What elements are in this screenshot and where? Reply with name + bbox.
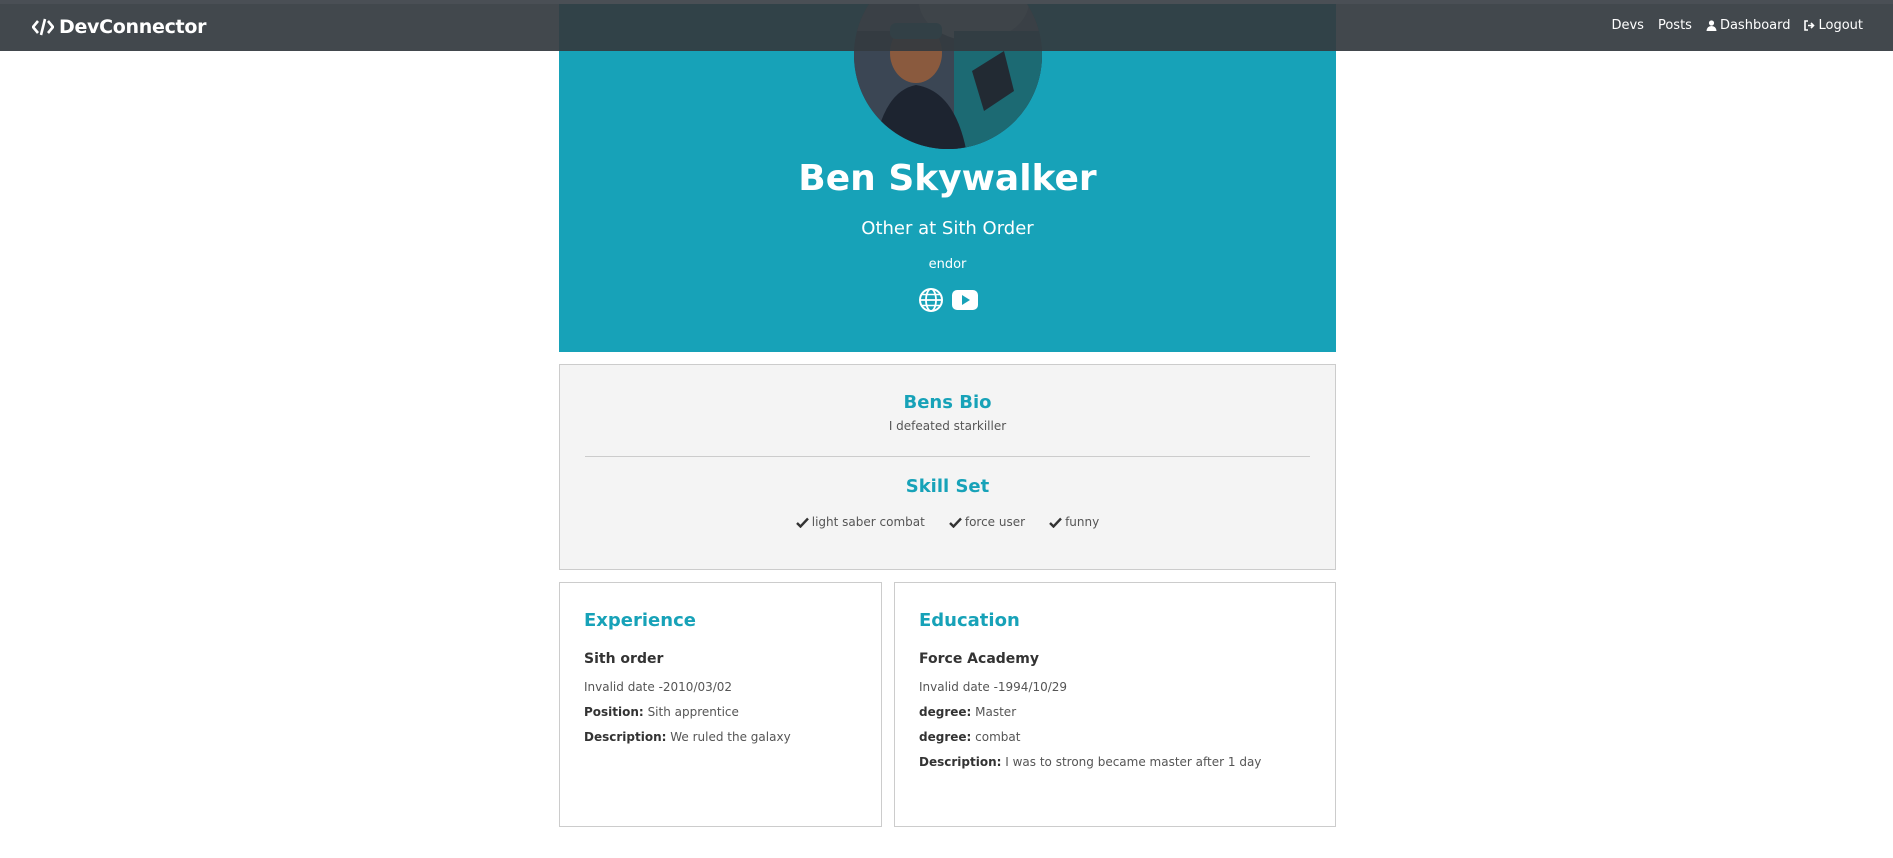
globe-icon[interactable] — [917, 287, 945, 313]
nav-posts[interactable]: Posts — [1658, 18, 1692, 33]
nav-logout[interactable]: Logout — [1804, 18, 1863, 33]
user-icon — [1706, 20, 1717, 31]
education-dates: Invalid date -1994/10/29 — [919, 680, 1068, 694]
skill-label: light saber combat — [811, 515, 925, 529]
skill-item: force user — [948, 515, 1026, 529]
skills-list: light saber combat force user funny — [560, 515, 1335, 529]
nav-dashboard-label: Dashboard — [1719, 18, 1791, 33]
skill-label: funny — [1065, 515, 1100, 529]
nav-dashboard[interactable]: Dashboard — [1706, 18, 1791, 33]
field-label: degree: — [919, 730, 972, 744]
experience-company: Sith order — [584, 651, 664, 667]
check-icon — [1049, 517, 1062, 528]
profile-top: Ben Skywalker Other at Sith Order endor — [559, 0, 1336, 352]
education-field: degree: combat — [919, 730, 1020, 744]
experience-dates: Invalid date -2010/03/02 — [584, 680, 733, 694]
education-card: Education Force Academy Invalid date -19… — [894, 582, 1336, 827]
description-value: We ruled the galaxy — [670, 730, 791, 744]
skill-item: funny — [1049, 515, 1099, 529]
nav-links: Devs Posts Dashboard Logout — [1611, 18, 1863, 33]
experience-description: Description: We ruled the galaxy — [584, 730, 791, 744]
degree-label: degree: — [919, 705, 972, 719]
description-label: Description: — [584, 730, 667, 744]
bio-text: I defeated starkiller — [888, 419, 1007, 433]
education-description: Description: I was to strong became mast… — [919, 755, 1261, 769]
divider — [585, 456, 1310, 457]
youtube-icon[interactable] — [951, 287, 979, 313]
profile-about: Bens Bio I defeated starkiller Skill Set… — [559, 364, 1336, 570]
position-value: Sith apprentice — [647, 705, 739, 719]
profile-name: Ben Skywalker — [798, 158, 1097, 199]
field-value: combat — [975, 730, 1021, 744]
navbar: DevConnector Devs Posts Dashboard Logout — [0, 0, 1893, 51]
skills-title: Skill Set — [905, 476, 990, 497]
sign-out-icon — [1804, 20, 1816, 31]
check-icon — [948, 517, 962, 528]
profile-location: endor — [928, 257, 967, 272]
code-icon — [32, 18, 54, 36]
brand-link[interactable]: DevConnector — [32, 16, 206, 38]
education-title: Education — [919, 610, 1020, 631]
description-value: I was to strong became master after 1 da… — [1005, 755, 1262, 769]
skill-label: force user — [964, 515, 1026, 529]
position-label: Position: — [584, 705, 644, 719]
nav-devs[interactable]: Devs — [1611, 18, 1643, 33]
check-icon — [795, 517, 809, 528]
education-degree: degree: Master — [919, 705, 1016, 719]
social-links — [559, 287, 1336, 313]
skill-item: light saber combat — [795, 515, 925, 529]
nav-logout-label: Logout — [1818, 18, 1863, 33]
education-school: Force Academy — [919, 651, 1039, 667]
experience-position: Position: Sith apprentice — [584, 705, 739, 719]
brand-name: DevConnector — [59, 16, 207, 38]
experience-card: Experience Sith order Invalid date -2010… — [559, 582, 882, 827]
bio-title: Bens Bio — [903, 392, 992, 413]
degree-value: Master — [975, 705, 1017, 719]
nav-devs-label: Devs — [1611, 18, 1644, 33]
experience-title: Experience — [584, 610, 696, 631]
nav-posts-label: Posts — [1657, 18, 1692, 33]
description-label: Description: — [919, 755, 1002, 769]
profile-status: Other at Sith Order — [861, 218, 1034, 239]
